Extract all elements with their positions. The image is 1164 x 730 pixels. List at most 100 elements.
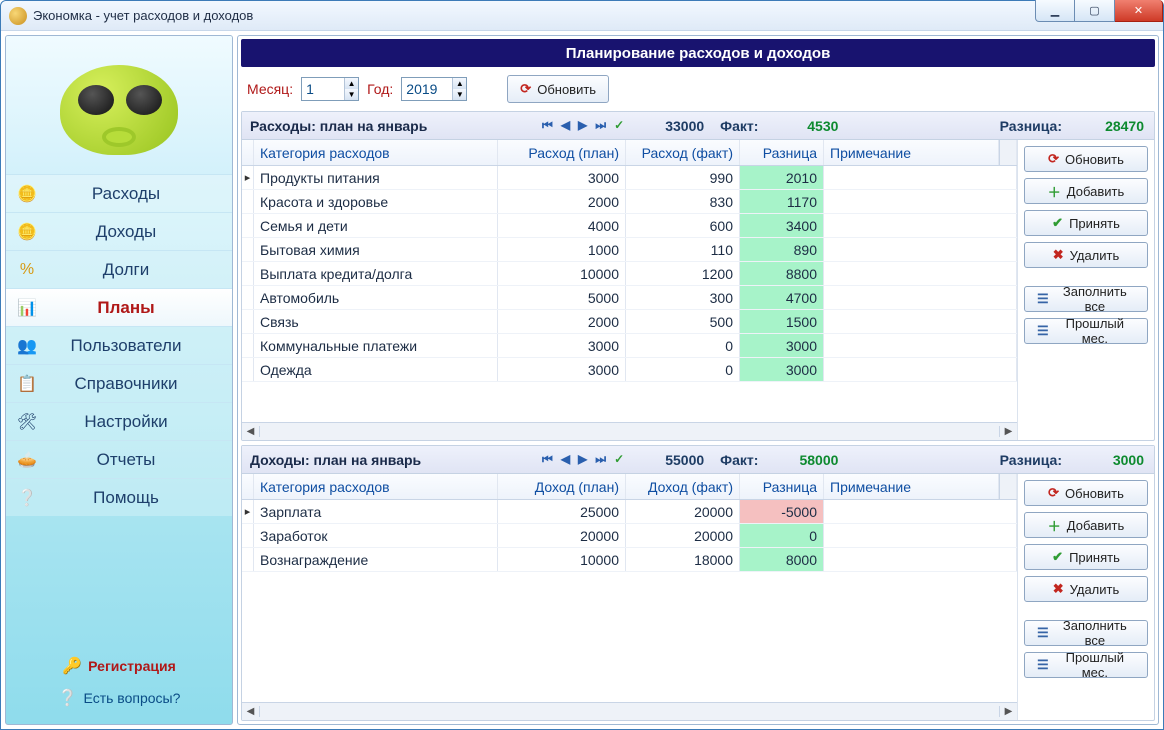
- add-button[interactable]: ＋Добавить: [1024, 178, 1148, 204]
- cell-diff[interactable]: -5000: [740, 500, 824, 523]
- cell-note[interactable]: [824, 286, 1017, 309]
- cell-note[interactable]: [824, 166, 1017, 189]
- cell-category[interactable]: Автомобиль: [254, 286, 498, 309]
- table-row[interactable]: Вознаграждение10000180008000: [242, 548, 1017, 572]
- cell-diff[interactable]: 1170: [740, 190, 824, 213]
- minimize-button[interactable]: ▁: [1035, 0, 1075, 22]
- cell-category[interactable]: Вознаграждение: [254, 548, 498, 571]
- month-spinner[interactable]: ▲▼: [301, 77, 359, 101]
- registration-link[interactable]: 🔑 Регистрация: [6, 650, 232, 682]
- delete-button[interactable]: ✖Удалить: [1024, 242, 1148, 268]
- cell-note[interactable]: [824, 358, 1017, 381]
- accept-button[interactable]: ✔Принять: [1024, 544, 1148, 570]
- cell-fact[interactable]: 600: [626, 214, 740, 237]
- cell-plan[interactable]: 25000: [498, 500, 626, 523]
- cell-diff[interactable]: 890: [740, 238, 824, 261]
- refresh-button[interactable]: ⟳Обновить: [1024, 146, 1148, 172]
- cell-diff[interactable]: 0: [740, 524, 824, 547]
- cell-plan[interactable]: 4000: [498, 214, 626, 237]
- table-row[interactable]: Красота и здоровье20008301170: [242, 190, 1017, 214]
- cell-fact[interactable]: 830: [626, 190, 740, 213]
- cell-fact[interactable]: 300: [626, 286, 740, 309]
- cell-fact[interactable]: 500: [626, 310, 740, 333]
- sidebar-item-incomes[interactable]: 🪙 Доходы: [6, 212, 232, 250]
- table-row[interactable]: Связь20005001500: [242, 310, 1017, 334]
- sidebar-item-reports[interactable]: 🥧 Отчеты: [6, 440, 232, 478]
- scroll-right-icon[interactable]: ▶: [999, 706, 1017, 717]
- cell-diff[interactable]: 4700: [740, 286, 824, 309]
- prev-month-button[interactable]: ☰Прошлый мес.: [1024, 652, 1148, 678]
- cell-category[interactable]: Одежда: [254, 358, 498, 381]
- cell-fact[interactable]: 0: [626, 358, 740, 381]
- table-row[interactable]: Автомобиль50003004700: [242, 286, 1017, 310]
- cell-fact[interactable]: 18000: [626, 548, 740, 571]
- nav-prev-icon[interactable]: ◀: [561, 452, 570, 467]
- expenses-hscroll[interactable]: ◀ ▶: [242, 422, 1017, 440]
- cell-plan[interactable]: 1000: [498, 238, 626, 261]
- table-row[interactable]: Выплата кредита/долга1000012008800: [242, 262, 1017, 286]
- col-note[interactable]: Примечание: [824, 140, 999, 165]
- table-row[interactable]: ▸Зарплата2500020000-5000: [242, 500, 1017, 524]
- cell-note[interactable]: [824, 500, 1017, 523]
- nav-check-icon[interactable]: ✓: [614, 118, 624, 133]
- sidebar-item-expenses[interactable]: 🪙 Расходы: [6, 174, 232, 212]
- nav-last-icon[interactable]: ⏭: [595, 118, 606, 133]
- cell-note[interactable]: [824, 214, 1017, 237]
- refresh-button[interactable]: ⟳Обновить: [1024, 480, 1148, 506]
- col-fact[interactable]: Доход (факт): [626, 474, 740, 499]
- table-row[interactable]: Одежда300003000: [242, 358, 1017, 382]
- cell-diff[interactable]: 3000: [740, 334, 824, 357]
- expenses-rows[interactable]: ▸Продукты питания30009902010Красота и зд…: [242, 166, 1017, 422]
- fill-all-button[interactable]: ☰Заполнить все: [1024, 286, 1148, 312]
- cell-diff[interactable]: 8000: [740, 548, 824, 571]
- maximize-button[interactable]: ▢: [1075, 0, 1115, 22]
- incomes-rows[interactable]: ▸Зарплата2500020000-5000Заработок2000020…: [242, 500, 1017, 702]
- spinner-up-icon[interactable]: ▲: [453, 78, 466, 89]
- prev-month-button[interactable]: ☰Прошлый мес.: [1024, 318, 1148, 344]
- cell-category[interactable]: Заработок: [254, 524, 498, 547]
- cell-fact[interactable]: 110: [626, 238, 740, 261]
- cell-category[interactable]: Красота и здоровье: [254, 190, 498, 213]
- cell-category[interactable]: Бытовая химия: [254, 238, 498, 261]
- sidebar-item-refs[interactable]: 📋 Справочники: [6, 364, 232, 402]
- col-category[interactable]: Категория расходов: [254, 474, 498, 499]
- cell-plan[interactable]: 2000: [498, 310, 626, 333]
- nav-last-icon[interactable]: ⏭: [595, 452, 606, 467]
- cell-diff[interactable]: 2010: [740, 166, 824, 189]
- cell-note[interactable]: [824, 238, 1017, 261]
- questions-link[interactable]: ❔ Есть вопросы?: [6, 682, 232, 714]
- cell-fact[interactable]: 0: [626, 334, 740, 357]
- cell-plan[interactable]: 10000: [498, 548, 626, 571]
- sidebar-item-settings[interactable]: 🛠 Настройки: [6, 402, 232, 440]
- spinner-down-icon[interactable]: ▼: [453, 89, 466, 100]
- cell-plan[interactable]: 10000: [498, 262, 626, 285]
- cell-category[interactable]: Коммунальные платежи: [254, 334, 498, 357]
- delete-button[interactable]: ✖Удалить: [1024, 576, 1148, 602]
- cell-plan[interactable]: 3000: [498, 358, 626, 381]
- cell-note[interactable]: [824, 262, 1017, 285]
- vscroll-gutter[interactable]: [999, 474, 1017, 499]
- col-note[interactable]: Примечание: [824, 474, 999, 499]
- sidebar-item-users[interactable]: 👥 Пользователи: [6, 326, 232, 364]
- cell-plan[interactable]: 20000: [498, 524, 626, 547]
- month-input[interactable]: [302, 81, 344, 97]
- nav-next-icon[interactable]: ▶: [578, 118, 587, 133]
- vscroll-gutter[interactable]: [999, 140, 1017, 165]
- cell-category[interactable]: Семья и дети: [254, 214, 498, 237]
- cell-plan[interactable]: 3000: [498, 166, 626, 189]
- cell-diff[interactable]: 8800: [740, 262, 824, 285]
- refresh-button[interactable]: ⟳ Обновить: [507, 75, 609, 103]
- cell-diff[interactable]: 3400: [740, 214, 824, 237]
- cell-category[interactable]: Зарплата: [254, 500, 498, 523]
- cell-fact[interactable]: 20000: [626, 524, 740, 547]
- cell-diff[interactable]: 3000: [740, 358, 824, 381]
- nav-check-icon[interactable]: ✓: [614, 452, 624, 467]
- table-row[interactable]: Коммунальные платежи300003000: [242, 334, 1017, 358]
- scroll-right-icon[interactable]: ▶: [999, 426, 1017, 437]
- sidebar-item-plans[interactable]: 📊 Планы: [6, 288, 232, 326]
- fill-all-button[interactable]: ☰Заполнить все: [1024, 620, 1148, 646]
- spinner-up-icon[interactable]: ▲: [345, 78, 358, 89]
- scroll-left-icon[interactable]: ◀: [242, 426, 260, 437]
- add-button[interactable]: ＋Добавить: [1024, 512, 1148, 538]
- cell-note[interactable]: [824, 334, 1017, 357]
